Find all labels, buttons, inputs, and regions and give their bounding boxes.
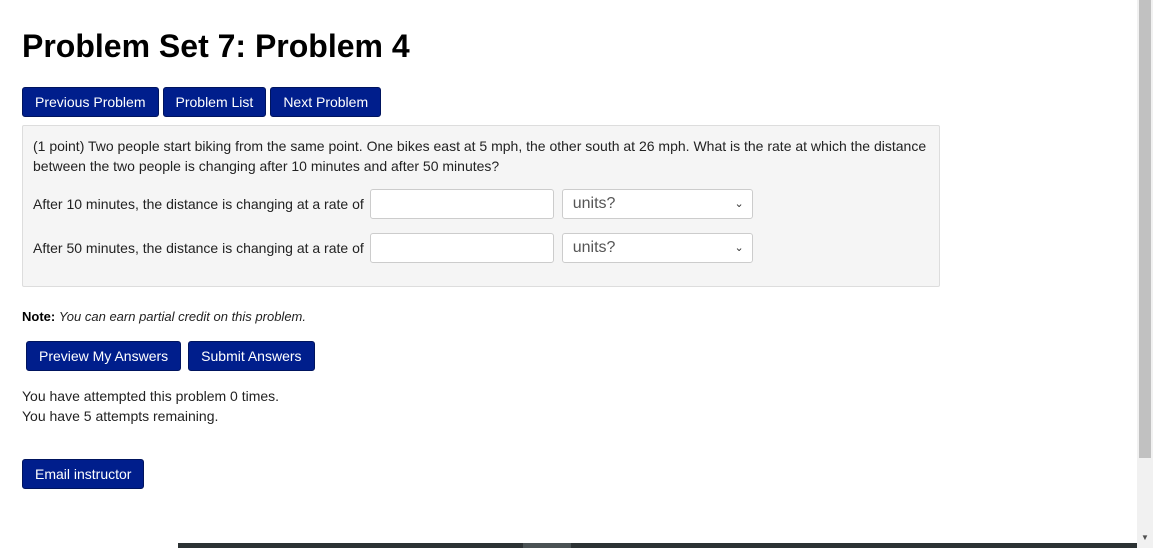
scrollbar-thumb[interactable]: [1139, 0, 1151, 458]
answer-input-2[interactable]: [369, 233, 554, 263]
problem-statement: (1 point) Two people start biking from t…: [33, 138, 927, 174]
next-problem-button[interactable]: Next Problem: [270, 87, 382, 117]
email-instructor-button[interactable]: Email instructor: [22, 459, 145, 489]
attempts-remaining: You have 5 attempts remaining.: [22, 408, 219, 424]
units-select-1[interactable]: units? ⌄: [561, 189, 753, 219]
submit-answers-button[interactable]: Submit Answers: [188, 341, 315, 371]
attempts-info: You have attempted this problem 0 times.…: [22, 386, 279, 426]
problem-container: (1 point) Two people start biking from t…: [22, 125, 940, 287]
chevron-down-icon: ⌄: [734, 198, 744, 210]
previous-problem-button[interactable]: Previous Problem: [22, 87, 159, 117]
page: Problem Set 7: Problem 4 Previous Proble…: [0, 0, 1137, 548]
answer-row-1: After 10 minutes, the distance is changi…: [33, 189, 753, 219]
answer-input-1[interactable]: [369, 189, 554, 219]
chevron-down-icon: ⌄: [734, 242, 744, 254]
scroll-down-arrow-icon[interactable]: ▼: [1137, 533, 1153, 542]
units-select-2[interactable]: units? ⌄: [561, 233, 753, 263]
note-label: Note:: [22, 309, 56, 324]
bottom-bar: [178, 543, 1137, 548]
bottom-bar-segment: [523, 543, 571, 548]
preview-answers-button[interactable]: Preview My Answers: [26, 341, 182, 371]
problem-list-button[interactable]: Problem List: [162, 87, 267, 117]
units-select-2-value: units?: [572, 239, 616, 256]
note-text: You can earn partial credit on this prob…: [58, 309, 306, 324]
answer-row-2: After 50 minutes, the distance is changi…: [33, 233, 753, 263]
problem-nav: Previous Problem Problem List Next Probl…: [22, 87, 382, 117]
partial-credit-note: Note: You can earn partial credit on thi…: [22, 309, 306, 324]
units-select-1-value: units?: [572, 195, 616, 212]
answer-actions: Preview My Answers Submit Answers: [26, 341, 315, 371]
vertical-scrollbar[interactable]: ▼: [1137, 0, 1153, 548]
page-title: Problem Set 7: Problem 4: [22, 28, 410, 64]
attempts-made: You have attempted this problem 0 times.: [22, 388, 280, 404]
answer-label-2: After 50 minutes, the distance is changi…: [33, 240, 364, 256]
answer-label-1: After 10 minutes, the distance is changi…: [33, 196, 364, 212]
